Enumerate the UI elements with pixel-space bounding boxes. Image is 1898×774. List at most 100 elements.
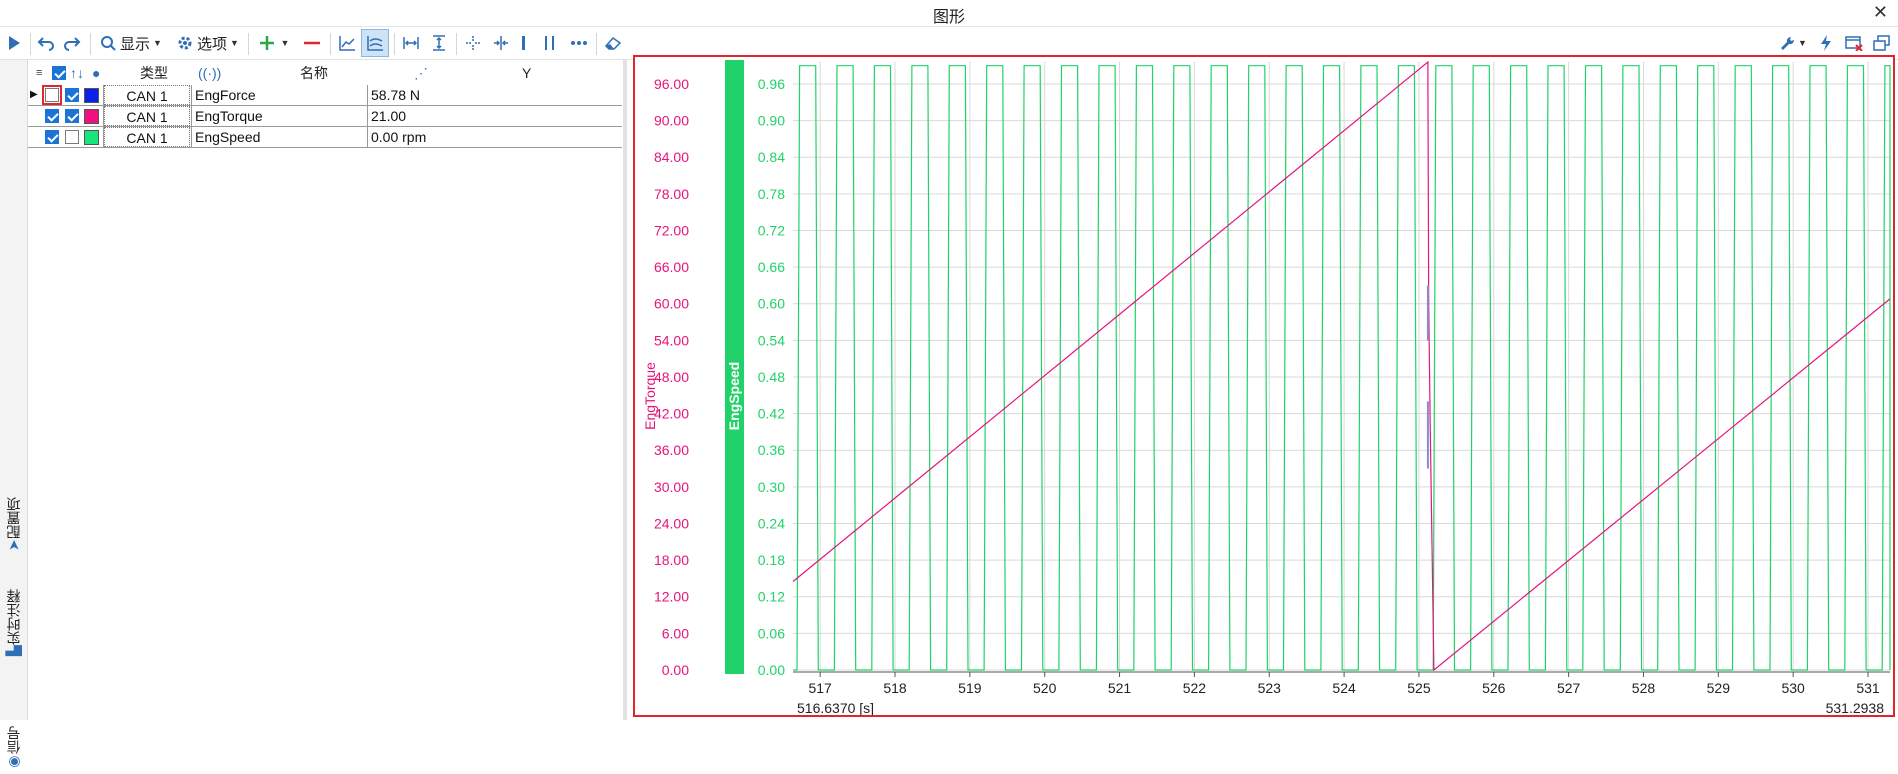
remove-signal-button[interactable] — [298, 29, 326, 57]
tab-live-notes[interactable]: ▙ 实时注释 — [0, 560, 27, 660]
dropdown-arrow-icon: ▼ — [230, 38, 239, 48]
zoom-in-button[interactable] — [488, 29, 514, 57]
line-chart-icon — [339, 36, 355, 51]
x-tick-label: 518 — [883, 680, 907, 696]
signal-icon: ◉ — [5, 754, 22, 770]
divider — [191, 127, 192, 147]
play-icon — [9, 36, 20, 50]
name-column-header[interactable]: 名称 — [300, 60, 328, 86]
detach-window-button[interactable] — [1870, 29, 1894, 57]
y-left-tick-label: 42.00 — [654, 406, 689, 422]
more-button[interactable] — [566, 29, 592, 57]
scatter-icon: ⋰ — [414, 65, 428, 81]
y-left-tick-label: 6.00 — [662, 625, 689, 641]
y-left-tick-label: 78.00 — [654, 186, 689, 202]
multi-axis-button[interactable] — [361, 29, 389, 57]
wrench-icon — [1781, 36, 1795, 50]
tab-signals-label: 信号 — [5, 726, 22, 754]
visible-checkbox[interactable] — [45, 109, 59, 123]
options-menu-button[interactable]: 选项 ▼ — [172, 29, 244, 57]
palette-icon[interactable]: ● — [92, 60, 100, 86]
x-tick-label: 530 — [1781, 680, 1805, 696]
row-expand-arrow-icon[interactable]: ▶ — [30, 85, 38, 105]
dual-cursor-button[interactable] — [538, 29, 562, 57]
y-column-header[interactable]: Y — [522, 60, 531, 86]
dropdown-arrow-icon: ▼ — [1798, 38, 1807, 48]
redo-button[interactable] — [60, 29, 84, 57]
y-right-tick-label: 0.24 — [758, 515, 785, 531]
zoom-out-button[interactable] — [460, 29, 486, 57]
signal-row[interactable]: CAN 1 EngTorque 21.00 — [28, 106, 622, 127]
color-swatch[interactable] — [84, 88, 99, 103]
tab-config[interactable]: ➤ 配置项 — [0, 465, 27, 555]
tools-menu-button[interactable]: ▼ — [1776, 29, 1810, 57]
x-tick-label: 521 — [1108, 680, 1132, 696]
fit-vertical-button[interactable] — [426, 29, 452, 57]
dropdown-arrow-icon: ▼ — [280, 38, 290, 48]
visible-checkbox[interactable] — [45, 88, 59, 102]
axis-checkbox[interactable] — [65, 88, 79, 102]
divider — [367, 85, 368, 105]
x-tick-label: 528 — [1632, 680, 1656, 696]
y-right-tick-label: 0.18 — [758, 552, 785, 568]
y-left-axis-label: EngTorque — [642, 362, 658, 430]
options-menu-label: 选项 — [197, 35, 228, 53]
signal-type: CAN 1 — [104, 106, 190, 126]
y-left-tick-label: 18.00 — [654, 552, 689, 568]
x-range-end-label: 531.2938 — [1826, 700, 1885, 715]
tab-signals[interactable]: ◉ 信号 — [0, 664, 27, 774]
arrows-out-icon — [466, 36, 480, 50]
y-right-tick-label: 0.60 — [758, 296, 785, 312]
graph-area[interactable]: 96.00 90.00 84.00 78.00 72.00 66.00 60.00 54.00… — [633, 55, 1895, 717]
y-right-axis-label: EngSpeed — [726, 362, 742, 430]
play-button[interactable] — [2, 29, 26, 57]
line-graph-button[interactable] — [334, 29, 360, 57]
x-tick-label: 531 — [1856, 680, 1880, 696]
close-window-button[interactable] — [1842, 29, 1866, 57]
x-tick-label: 519 — [958, 680, 982, 696]
signal-row[interactable]: CAN 1 EngSpeed 0.00 rpm — [28, 127, 622, 148]
color-swatch[interactable] — [84, 109, 99, 124]
more-dots-icon — [571, 41, 587, 45]
graph-canvas[interactable]: 96.00 90.00 84.00 78.00 72.00 66.00 60.00 54.00… — [635, 57, 1893, 715]
y-left-tick-label: 72.00 — [654, 222, 689, 238]
y-left-tick-label: 96.00 — [654, 76, 689, 92]
undo-icon — [37, 37, 54, 51]
select-all-checkbox[interactable] — [52, 66, 66, 80]
add-signal-button[interactable]: ▼ — [254, 29, 294, 57]
side-tab-strip: ➤ 配置项 ▙ 实时注释 ◉ 信号 — [0, 60, 28, 770]
fit-vertical-icon — [433, 35, 445, 51]
clear-button[interactable] — [600, 29, 626, 57]
x-tick-label: 529 — [1707, 680, 1731, 696]
axis-checkbox[interactable] — [65, 109, 79, 123]
y-right-tick-label: 0.54 — [758, 332, 785, 348]
row-menu-icon[interactable]: ≡ — [36, 60, 42, 86]
visible-checkbox[interactable] — [45, 130, 59, 144]
y-right-tick-label: 0.30 — [758, 479, 785, 495]
signal-type: CAN 1 — [104, 127, 190, 147]
fit-horizontal-button[interactable] — [398, 29, 424, 57]
tab-config-label: 配置项 — [5, 497, 22, 540]
panel-splitter[interactable] — [623, 60, 627, 720]
y-right-tick-label: 0.36 — [758, 442, 785, 458]
signal-type: CAN 1 — [104, 85, 190, 105]
axis-checkbox[interactable] — [65, 130, 79, 144]
y-right-tick-label: 0.48 — [758, 369, 785, 385]
close-icon[interactable]: ✕ — [1873, 2, 1888, 23]
y-left-tick-label: 12.00 — [654, 589, 689, 605]
display-menu-button[interactable]: 显示 ▼ — [96, 29, 166, 57]
y-right-tick-label: 0.78 — [758, 186, 785, 202]
x-tick-label: 524 — [1332, 680, 1356, 696]
signal-row[interactable]: ▶ CAN 1 EngForce 58.78 N — [28, 85, 622, 106]
axis-sort-icon[interactable]: ↑↓ — [70, 60, 84, 86]
arrows-in-icon — [494, 36, 508, 50]
color-swatch[interactable] — [84, 130, 99, 145]
y-left-tick-label: 36.00 — [654, 442, 689, 458]
display-menu-label: 显示 — [120, 35, 151, 53]
single-cursor-button[interactable] — [514, 29, 534, 57]
undo-button[interactable] — [34, 29, 58, 57]
minus-icon — [304, 41, 320, 45]
window-restore-icon — [1873, 35, 1890, 51]
type-column-header[interactable]: 类型 — [140, 60, 168, 86]
trigger-button[interactable] — [1814, 29, 1838, 57]
